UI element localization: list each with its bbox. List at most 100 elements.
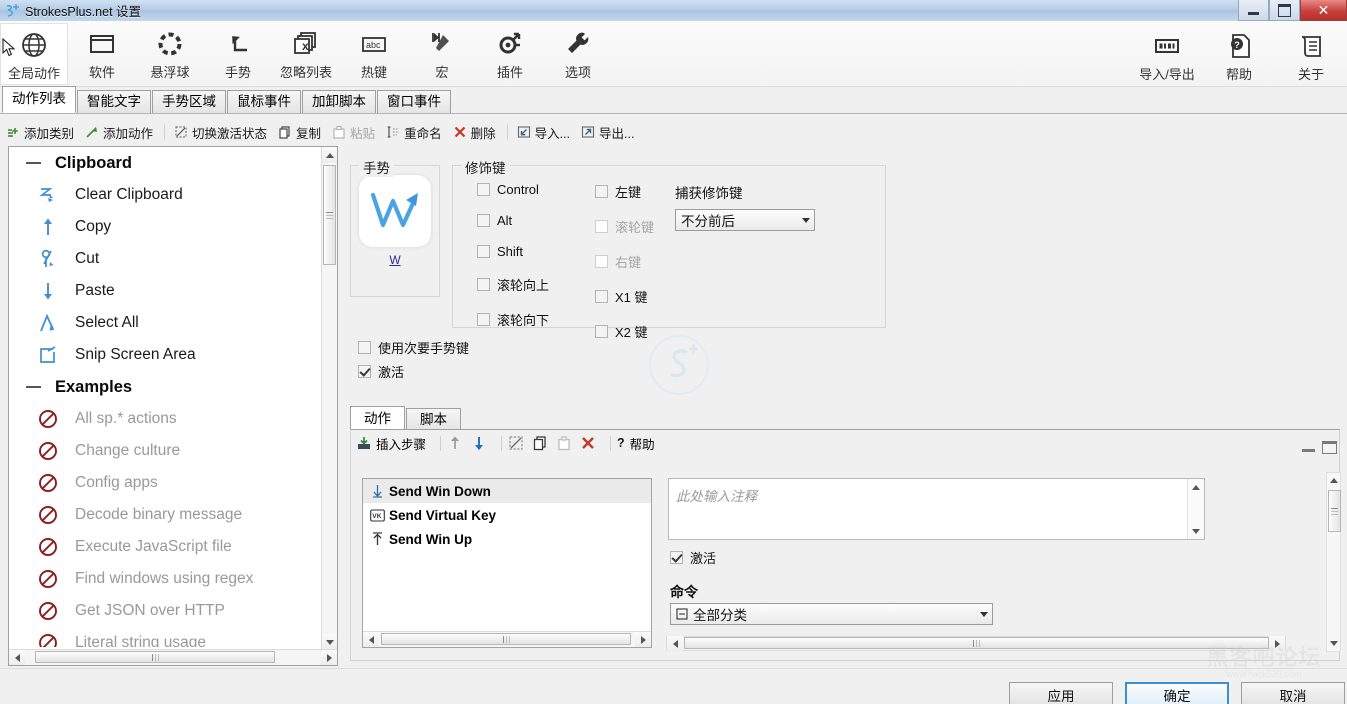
scroll-left-button[interactable]: [667, 636, 683, 651]
scroll-up-button[interactable]: [1327, 473, 1340, 488]
tree-item-select-all[interactable]: Select All: [9, 307, 321, 339]
tree-item-config-apps[interactable]: Config apps: [9, 467, 321, 499]
tree-horizontal-scrollbar[interactable]: [9, 649, 337, 665]
ribbon-item-software[interactable]: 软件: [68, 23, 136, 85]
pane-restore-icon[interactable]: [1322, 441, 1337, 454]
apply-button[interactable]: 应用: [1009, 682, 1113, 704]
tree-group-examples[interactable]: Examples: [9, 371, 321, 403]
detail-horizontal-scrollbar[interactable]: [666, 636, 1286, 651]
tree-vertical-scrollbar[interactable]: [321, 147, 337, 650]
scroll-down-button[interactable]: [322, 634, 337, 650]
scroll-right-button[interactable]: [1269, 636, 1285, 651]
rename-button[interactable]: 重命名: [386, 123, 442, 142]
add-category-button[interactable]: 添加类别: [6, 123, 74, 142]
tree-item-find-windows-using-regex[interactable]: Find windows using regex: [9, 563, 321, 595]
copy-button[interactable]: 复制: [278, 123, 321, 142]
scroll-up-button[interactable]: [322, 147, 337, 163]
note-textarea[interactable]: 此处输入注释: [668, 478, 1205, 540]
ribbon-item-hotkeys[interactable]: abc 热键: [340, 23, 408, 85]
note-vertical-scrollbar[interactable]: [1187, 479, 1204, 539]
checkbox-box[interactable]: [477, 214, 490, 227]
step-list-item[interactable]: VK Send Virtual Key: [363, 503, 651, 527]
checkbox-x1-button[interactable]: X1 键: [595, 287, 654, 306]
ribbon-item-plugins[interactable]: 插件: [476, 23, 544, 85]
checkbox-box[interactable]: [595, 325, 608, 338]
checkbox-box[interactable]: [477, 278, 490, 291]
ribbon-item-gestures[interactable]: 手势: [204, 23, 272, 85]
step-list-item[interactable]: Send Win Up: [363, 527, 651, 551]
checkbox-box[interactable]: [595, 185, 608, 198]
toggle-enabled-button[interactable]: 切换激活状态: [174, 123, 267, 142]
cancel-button[interactable]: 取消: [1241, 682, 1345, 704]
close-button[interactable]: ✕: [1300, 0, 1347, 21]
paste-button[interactable]: 粘贴: [332, 123, 375, 142]
scroll-track[interactable]: [25, 650, 321, 665]
insert-step-button[interactable]: 插入步骤: [357, 434, 426, 453]
step-list-item[interactable]: Send Win Down: [363, 479, 651, 503]
scroll-track[interactable]: [683, 636, 1269, 651]
tree-item-paste[interactable]: Paste: [9, 275, 321, 307]
tree-item-copy[interactable]: Copy: [9, 211, 321, 243]
scroll-thumb[interactable]: [1328, 490, 1341, 532]
gesture-preview[interactable]: [359, 175, 431, 247]
command-select[interactable]: 全部分类: [670, 603, 993, 625]
move-step-up-button[interactable]: [447, 435, 463, 451]
scroll-thumb[interactable]: [381, 633, 631, 645]
move-step-down-button[interactable]: [471, 435, 487, 451]
tree-item-clear-clipboard[interactable]: Clear Clipboard: [9, 179, 321, 211]
import-button[interactable]: 导入...: [517, 123, 570, 142]
checkbox-box[interactable]: [595, 290, 608, 303]
tree-item-execute-javascript-file[interactable]: Execute JavaScript file: [9, 531, 321, 563]
checkbox-control[interactable]: Control: [477, 182, 549, 197]
checkbox-wheel-down[interactable]: 滚轮向下: [477, 310, 549, 329]
tab-mouse-events[interactable]: 鼠标事件: [227, 90, 301, 113]
action-tree-panel[interactable]: Clipboard Clear Clipboard Copy Cut Paste…: [8, 146, 338, 666]
delete-step-button[interactable]: [580, 435, 596, 451]
gesture-name-link[interactable]: W: [389, 253, 400, 267]
ribbon-item-macro[interactable]: 宏: [408, 23, 476, 85]
scroll-thumb[interactable]: [684, 637, 1269, 649]
ribbon-item-help[interactable]: ? 帮助: [1203, 25, 1275, 87]
tab-smart-text[interactable]: 智能文字: [77, 90, 151, 113]
checkbox-wheel-up[interactable]: 滚轮向上: [477, 275, 549, 294]
tab-window-events[interactable]: 窗口事件: [377, 90, 451, 113]
tab-load-unload-scripts[interactable]: 加卸脚本: [302, 90, 376, 113]
copy-step-button[interactable]: [532, 435, 548, 451]
scroll-down-button[interactable]: [1188, 523, 1204, 539]
tree-item-literal-string-usage[interactable]: Literal string usage: [9, 627, 321, 647]
tab-script[interactable]: 脚本: [406, 408, 461, 431]
scroll-track[interactable]: [379, 632, 635, 647]
scroll-right-button[interactable]: [321, 650, 337, 665]
detail-vertical-scrollbar[interactable]: [1326, 472, 1341, 652]
action-tree[interactable]: Clipboard Clear Clipboard Copy Cut Paste…: [9, 147, 321, 647]
add-action-button[interactable]: 添加动作: [85, 123, 153, 142]
checkbox-box[interactable]: [477, 313, 490, 326]
ribbon-item-ignore-list[interactable]: x 忽略列表: [272, 23, 340, 85]
tab-action[interactable]: 动作: [350, 406, 405, 431]
step-list-horizontal-scrollbar[interactable]: [363, 631, 651, 647]
scroll-thumb[interactable]: [35, 651, 275, 663]
checkbox-x2-button[interactable]: X2 键: [595, 322, 654, 341]
delete-button[interactable]: 删除: [453, 123, 496, 142]
pane-minimize-icon[interactable]: [1302, 443, 1315, 452]
step-help-button[interactable]: ? 帮助: [617, 434, 655, 453]
checkbox-box[interactable]: [358, 341, 371, 354]
checkbox-box[interactable]: [477, 245, 490, 258]
paste-step-button[interactable]: [556, 435, 572, 451]
scroll-thumb[interactable]: [323, 165, 336, 265]
tab-action-list[interactable]: 动作列表: [2, 86, 76, 113]
checkbox-alt[interactable]: Alt: [477, 213, 549, 228]
option-enabled[interactable]: 激活: [358, 362, 404, 381]
capture-modifier-select[interactable]: 不分前后: [675, 209, 815, 231]
toggle-step-enabled-button[interactable]: [508, 435, 524, 451]
export-button[interactable]: 导出...: [581, 123, 634, 142]
tree-group-clipboard[interactable]: Clipboard: [9, 147, 321, 179]
tree-item-all-sp-actions[interactable]: All sp.* actions: [9, 403, 321, 435]
maximize-button[interactable]: [1269, 0, 1300, 21]
ribbon-item-floating-ball[interactable]: 悬浮球: [136, 23, 204, 85]
chevron-down-icon[interactable]: [797, 217, 814, 223]
step-list[interactable]: Send Win Down VK Send Virtual Key Send W…: [362, 478, 652, 648]
tree-item-cut[interactable]: Cut: [9, 243, 321, 275]
checkbox-shift[interactable]: Shift: [477, 244, 549, 259]
minimize-button[interactable]: [1238, 0, 1269, 21]
